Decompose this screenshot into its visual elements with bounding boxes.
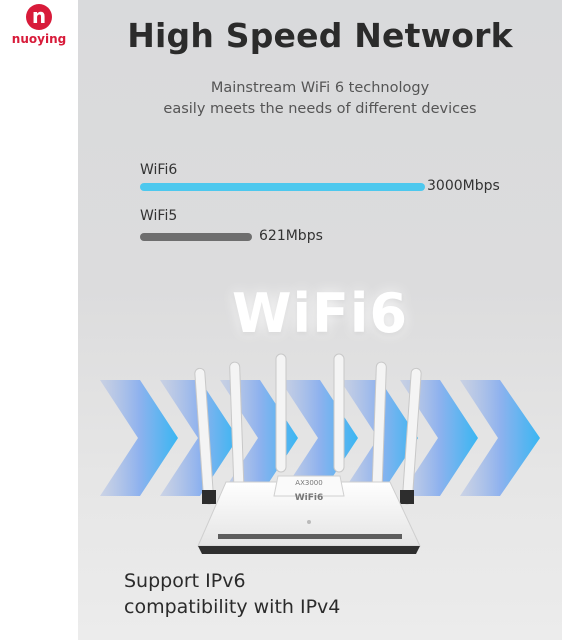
antenna-joint xyxy=(202,490,216,504)
router-scene: AX3000 WiFi6 xyxy=(100,353,540,554)
wifi6-speed-value: 3000Mbps xyxy=(427,178,500,194)
subtitle-line-1: Mainstream WiFi 6 technology xyxy=(210,80,430,96)
feature-line-1: Support IPv6 xyxy=(124,570,246,592)
brand-logo: n nuoying xyxy=(4,2,74,52)
wifi6-speed-bar xyxy=(140,183,425,191)
wifi5-speed-value: 621Mbps xyxy=(259,228,323,244)
left-strip: n nuoying xyxy=(0,0,78,640)
arrow-chevron xyxy=(100,380,178,496)
product-banner: High Speed Network Mainstream WiFi 6 tec… xyxy=(78,0,562,640)
feature-line-2: compatibility with IPv4 xyxy=(124,596,341,618)
page-title: High Speed Network xyxy=(127,16,513,55)
antenna xyxy=(275,353,287,473)
antenna-joint xyxy=(400,490,414,504)
router-wifi6-badge: WiFi6 xyxy=(295,493,324,503)
subtitle-line-2: easily meets the needs of different devi… xyxy=(163,101,477,117)
brand-mark-icon: n xyxy=(26,4,52,30)
wifi5-bar-label: WiFi5 xyxy=(140,208,178,224)
router-body xyxy=(197,475,421,554)
antenna xyxy=(333,353,345,473)
wifi6-logo: WiFi6 xyxy=(231,282,409,345)
wifi6-bar-label: WiFi6 xyxy=(140,162,178,178)
router-model-label: AX3000 xyxy=(295,479,322,487)
brand-name: nuoying xyxy=(11,32,67,46)
wifi5-speed-bar xyxy=(140,233,252,241)
